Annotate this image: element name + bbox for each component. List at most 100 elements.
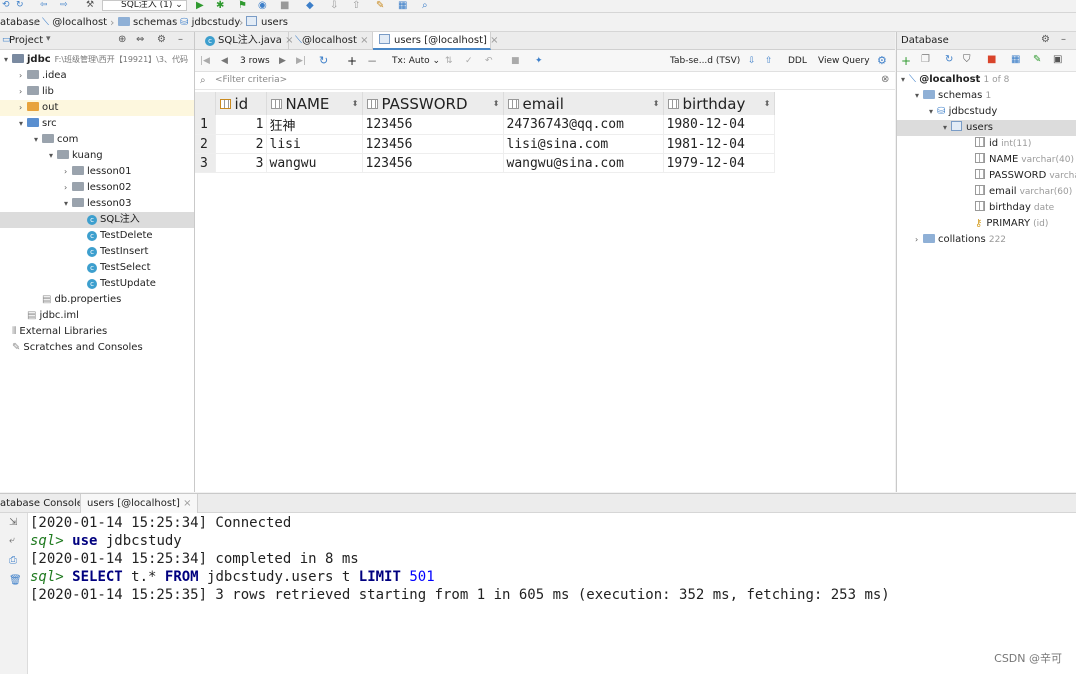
breadcrumb-item-schemas[interactable]: schemas <box>118 15 177 30</box>
export-format-select[interactable]: Tab-se...d (TSV) <box>670 54 740 68</box>
chevron-right-icon[interactable]: › <box>19 100 27 116</box>
ddl-button[interactable]: DDL <box>788 54 807 68</box>
edit-icon[interactable]: ✎ <box>1033 54 1041 65</box>
structure-icon[interactable]: ▦ <box>398 0 409 11</box>
delete-row-icon[interactable]: − <box>367 54 377 68</box>
tree-item[interactable]: ▾ src <box>0 116 194 132</box>
breadcrumb-item-table[interactable]: users <box>246 15 288 30</box>
add-icon[interactable]: + <box>901 54 911 68</box>
chevron-down-icon[interactable]: ▾ <box>64 196 72 212</box>
debug-icon[interactable]: ✱ <box>216 0 227 11</box>
tree-item[interactable]: › .idea <box>0 68 194 84</box>
download-icon[interactable]: ⇩ <box>748 54 756 68</box>
tree-item[interactable]: ▾ com <box>0 132 194 148</box>
update-icon[interactable]: ⇩ <box>330 0 341 11</box>
tree-item[interactable]: › lib <box>0 84 194 100</box>
column-header-name[interactable]: NAME ⬍ <box>266 92 363 115</box>
profile-icon[interactable]: ◉ <box>258 0 269 11</box>
transaction-mode-select[interactable]: Tx: Auto ⌄ <box>392 54 440 68</box>
minimize-icon[interactable]: – <box>1061 34 1066 45</box>
column-header-id[interactable]: id <box>215 92 267 115</box>
gear-icon[interactable]: ⚙ <box>157 34 166 45</box>
submit-icon[interactable]: ✓ <box>465 54 473 68</box>
column-header-birthday[interactable]: birthday ⬍ <box>663 92 775 115</box>
first-page-icon[interactable]: |◀ <box>200 54 210 68</box>
table-row[interactable]: 2 2 lisi 123456 lisi@sina.com 1981-12-04 <box>195 134 775 154</box>
chevron-right-icon[interactable]: › <box>19 68 27 84</box>
tree-item[interactable]: › lesson01 <box>0 164 194 180</box>
soft-wrap-icon[interactable]: ⤶ <box>9 535 15 546</box>
cancel-query-icon[interactable]: ■ <box>511 54 520 68</box>
table-cell[interactable]: 123456 <box>362 153 504 173</box>
gear-icon[interactable]: ⚙ <box>877 54 887 68</box>
tree-item[interactable]: ▾ kuang <box>0 148 194 164</box>
chevron-right-icon[interactable]: › <box>64 180 72 196</box>
table-cell[interactable]: 1979-12-04 <box>663 153 775 173</box>
table-cell[interactable]: 24736743@qq.com <box>503 115 664 135</box>
forward-icon[interactable]: ⇨ <box>60 0 71 10</box>
back-icon[interactable]: ⇦ <box>40 0 51 10</box>
close-icon[interactable]: × <box>360 35 368 46</box>
close-icon[interactable]: × <box>490 35 498 46</box>
previous-page-icon[interactable]: ◀ <box>221 54 228 68</box>
build-icon[interactable]: ⚒ <box>86 0 97 10</box>
chevron-down-icon[interactable]: ▾ <box>46 34 51 44</box>
table-cell[interactable]: 123456 <box>362 134 504 154</box>
chevron-right-icon[interactable]: › <box>19 84 27 100</box>
gear-icon[interactable]: ⚙ <box>1041 34 1050 45</box>
refresh-icon[interactable]: ↻ <box>945 54 953 65</box>
table-cell[interactable]: 1 <box>215 115 267 135</box>
stop-icon[interactable]: ■ <box>280 0 291 11</box>
chevron-down-icon[interactable]: ▾ <box>49 148 57 164</box>
scroll-to-end-icon[interactable]: ⇲ <box>9 517 17 528</box>
tab-localhost[interactable]: ⟍@localhost × <box>289 32 373 50</box>
table-cell[interactable]: wangwu@sina.com <box>503 153 664 173</box>
sort-icon[interactable]: ⬍ <box>764 99 771 108</box>
tree-item[interactable]: c SQL注入 <box>0 212 194 228</box>
sort-icon[interactable]: ⬍ <box>653 99 660 108</box>
table-cell[interactable]: 3 <box>215 153 267 173</box>
table-cell[interactable]: 1980-12-04 <box>663 115 775 135</box>
chevron-down-icon[interactable]: ▾ <box>19 116 27 132</box>
commit-icon[interactable]: ⇅ <box>445 54 453 68</box>
filter-input[interactable]: <Filter criteria> <box>215 75 287 85</box>
chevron-down-icon[interactable]: ▾ <box>34 132 42 148</box>
tree-item[interactable]: ▾ jdbc F:\班级管理\西开【19921】\3、代码 <box>0 52 194 68</box>
view-query-button[interactable]: View Query <box>818 54 870 68</box>
run-icon[interactable]: ▶ <box>196 0 207 11</box>
minimize-icon[interactable]: – <box>178 34 183 45</box>
tree-column[interactable]: id int(11) <box>975 136 1031 152</box>
table-row[interactable]: 1 1 狂神 123456 24736743@qq.com 1980-12-04 <box>195 115 775 135</box>
tree-item[interactable]: › lesson02 <box>0 180 194 196</box>
coverage-icon[interactable]: ⚑ <box>238 0 249 11</box>
tree-column[interactable]: ⚷ PRIMARY (id) <box>975 216 1048 232</box>
sort-icon[interactable]: ⬍ <box>352 99 359 108</box>
table-cell[interactable]: 2 <box>215 134 267 154</box>
chevron-right-icon[interactable]: › <box>64 164 72 180</box>
table-cell[interactable]: 1981-12-04 <box>663 134 775 154</box>
next-page-icon[interactable]: ▶ <box>279 54 286 68</box>
collapse-icon[interactable]: ⇔ <box>136 34 144 45</box>
close-icon[interactable]: × <box>183 498 191 509</box>
search-everywhere-icon[interactable]: ⌕ <box>422 0 433 11</box>
table-cell[interactable]: 狂神 <box>266 115 363 135</box>
filter-bar[interactable]: ⌕ <Filter criteria> ⊗ <box>195 72 895 90</box>
tree-item[interactable]: ✎ Scratches and Consoles <box>0 340 194 356</box>
tree-table-users[interactable]: ▾ users <box>897 120 1076 136</box>
reload-icon[interactable]: ↻ <box>319 54 328 68</box>
tree-item[interactable]: c TestSelect <box>0 260 194 276</box>
stop-icon[interactable]: ■ <box>987 54 996 65</box>
vcs-icon[interactable]: ◆ <box>306 0 317 11</box>
tree-item[interactable]: › out <box>0 100 194 116</box>
tab-sql-java[interactable]: c SQL注入.java × <box>199 32 294 50</box>
table-row[interactable]: 3 3 wangwu 123456 wangwu@sina.com 1979-12-04 <box>195 153 775 173</box>
sort-icon[interactable]: ⬍ <box>493 99 500 108</box>
console-tab-users[interactable]: users [@localhost] × <box>80 494 199 513</box>
filter-icon[interactable]: ⛉ <box>963 54 971 65</box>
breadcrumb-item-host[interactable]: ⟍ @localhost <box>42 15 107 30</box>
print-icon[interactable]: ⎙ <box>9 555 17 566</box>
add-row-icon[interactable]: + <box>347 54 357 68</box>
last-page-icon[interactable]: ▶| <box>296 54 306 68</box>
table-cell[interactable]: 123456 <box>362 115 504 135</box>
settings-wrench-icon[interactable]: ✎ <box>376 0 387 11</box>
